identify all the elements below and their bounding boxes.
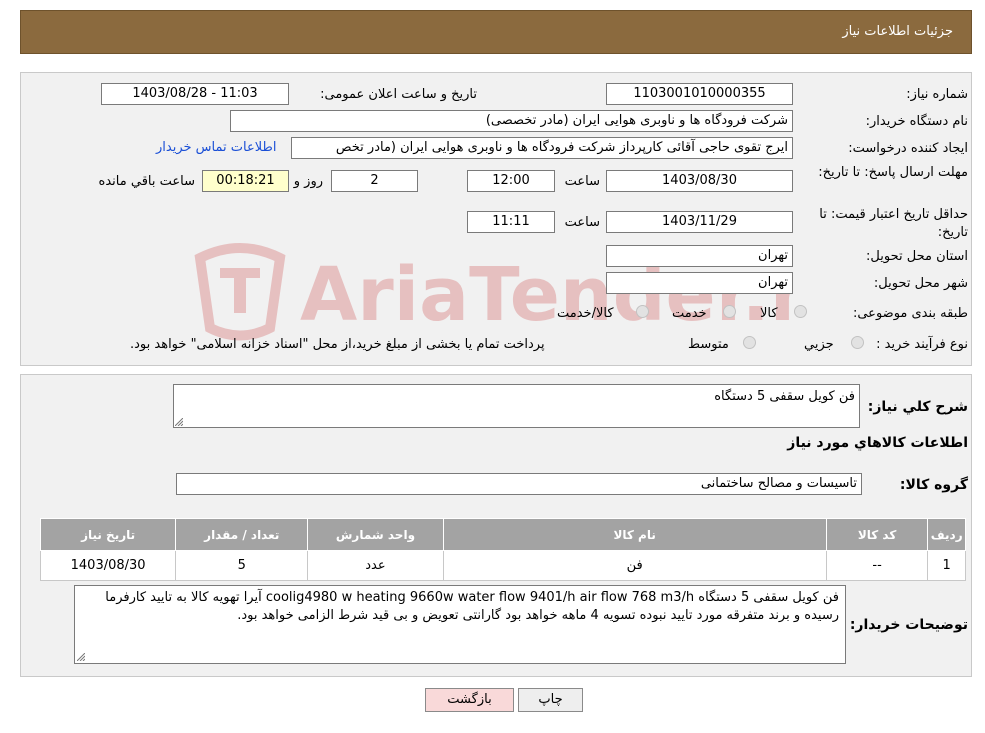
- buyer-org-field: شرکت فرودگاه ها و ناوبری هوایی ایران (ما…: [230, 110, 793, 132]
- announce-datetime-field: 1403/08/28 - 11:03: [101, 83, 289, 105]
- validity-time-field: 11:11: [467, 211, 555, 233]
- process-radio-medium[interactable]: [743, 336, 756, 349]
- category-radio-goods[interactable]: [794, 305, 807, 318]
- table-row[interactable]: 1 -- فن عدد 5 1403/08/30: [39, 550, 966, 581]
- city-field: تهران: [606, 272, 793, 294]
- category-option-goods-service: کالا/خدمت: [557, 306, 614, 321]
- city-label: شهر محل تحویل:: [873, 276, 968, 291]
- col-header-unit: واحد شمارش: [307, 518, 444, 551]
- goods-info-title: اطلاعات کالاهاي مورد نیاز: [787, 435, 968, 451]
- reply-date-field: 1403/08/30: [606, 170, 793, 192]
- process-payment-note: پرداخت تمام یا بخشی از مبلغ خرید،از محل …: [130, 337, 545, 352]
- col-header-item-code: کد کالا: [825, 518, 929, 551]
- col-header-row-no: ردیف: [927, 518, 966, 551]
- cell-item-code: --: [825, 550, 929, 581]
- general-desc-label: شرح کلي نیاز:: [867, 399, 968, 415]
- province-field: تهران: [606, 245, 793, 267]
- buyer-notes-text: فن کویل سقفی 5 دستگاه coolig4980 w heati…: [105, 590, 839, 623]
- category-label: طبقه بندی موضوعی:: [852, 306, 968, 321]
- watermark-logo-icon: [194, 243, 286, 341]
- day-and-label: روز و: [293, 174, 323, 189]
- process-option-medium: متوسط: [688, 337, 729, 352]
- reply-time-label: ساعت: [564, 174, 600, 189]
- requester-label: ایجاد کننده درخواست:: [848, 141, 968, 156]
- process-radio-minor[interactable]: [851, 336, 864, 349]
- cell-item-name: فن: [442, 550, 827, 581]
- cell-unit: عدد: [307, 550, 444, 581]
- requester-field: ایرج تقوی حاجی آقائی کارپرداز شرکت فرودگ…: [291, 137, 793, 159]
- goods-group-field: تاسیسات و مصالح ساختمانی: [176, 473, 862, 495]
- back-button[interactable]: بازگشت: [425, 688, 514, 712]
- notes-resize-handle-icon[interactable]: [77, 653, 85, 661]
- resize-handle-icon[interactable]: [175, 418, 183, 426]
- category-radio-goods-service[interactable]: [636, 305, 649, 318]
- col-header-quantity: تعداد / مقدار: [175, 518, 309, 551]
- need-number-field: 1103001010000355: [606, 83, 793, 105]
- general-desc-field[interactable]: فن کویل سقفی 5 دستگاه: [173, 384, 860, 428]
- remaining-label: ساعت باقي مانده: [98, 174, 195, 189]
- col-header-item-name: نام کالا: [442, 518, 827, 551]
- reply-time-field: 12:00: [467, 170, 555, 192]
- category-radio-service[interactable]: [723, 305, 736, 318]
- validity-time-label: ساعت: [564, 215, 600, 230]
- remaining-time-field: 00:18:21: [202, 170, 289, 192]
- page-title: جزئیات اطلاعات نیاز: [842, 24, 953, 39]
- cell-quantity: 5: [175, 550, 309, 581]
- items-table-wrap: ردیف کد کالا نام کالا واحد شمارش تعداد /…: [39, 518, 966, 581]
- goods-group-label: گروه کالا:: [899, 477, 968, 493]
- buyer-notes-field[interactable]: فن کویل سقفی 5 دستگاه coolig4980 w heati…: [74, 585, 846, 664]
- reply-days-field: 2: [331, 170, 418, 192]
- buyer-org-label: نام دستگاه خریدار:: [865, 114, 968, 129]
- reply-deadline-label: مهلت ارسال پاسخ: تا تاریخ:: [818, 165, 968, 180]
- need-number-label: شماره نیاز:: [906, 87, 968, 102]
- process-option-minor: جزيي: [804, 337, 834, 352]
- price-validity-label: حداقل تاریخ اعتبار قیمت: تا تاریخ:: [819, 207, 968, 240]
- table-header-row: ردیف کد کالا نام کالا واحد شمارش تعداد /…: [39, 518, 966, 551]
- process-type-label: نوع فرآیند خرید :: [876, 337, 968, 352]
- items-table: ردیف کد کالا نام کالا واحد شمارش تعداد /…: [39, 518, 966, 581]
- cell-row-no: 1: [927, 550, 966, 581]
- page-header: جزئیات اطلاعات نیاز: [20, 10, 972, 54]
- validity-date-field: 1403/11/29: [606, 211, 793, 233]
- province-label: استان محل تحویل:: [866, 249, 968, 264]
- announce-datetime-label: تاریخ و ساعت اعلان عمومی:: [320, 87, 477, 102]
- buyer-contact-link[interactable]: اطلاعات تماس خریدار: [156, 140, 276, 155]
- print-button[interactable]: چاپ: [518, 688, 583, 712]
- category-option-service: خدمت: [672, 306, 707, 321]
- buyer-notes-label: توضیحات خریدار:: [849, 617, 968, 633]
- general-desc-text: فن کویل سقفی 5 دستگاه: [714, 389, 855, 404]
- col-header-need-date: تاریخ نیاز: [39, 518, 177, 551]
- category-option-goods: کالا: [760, 306, 778, 321]
- cell-need-date: 1403/08/30: [39, 550, 177, 581]
